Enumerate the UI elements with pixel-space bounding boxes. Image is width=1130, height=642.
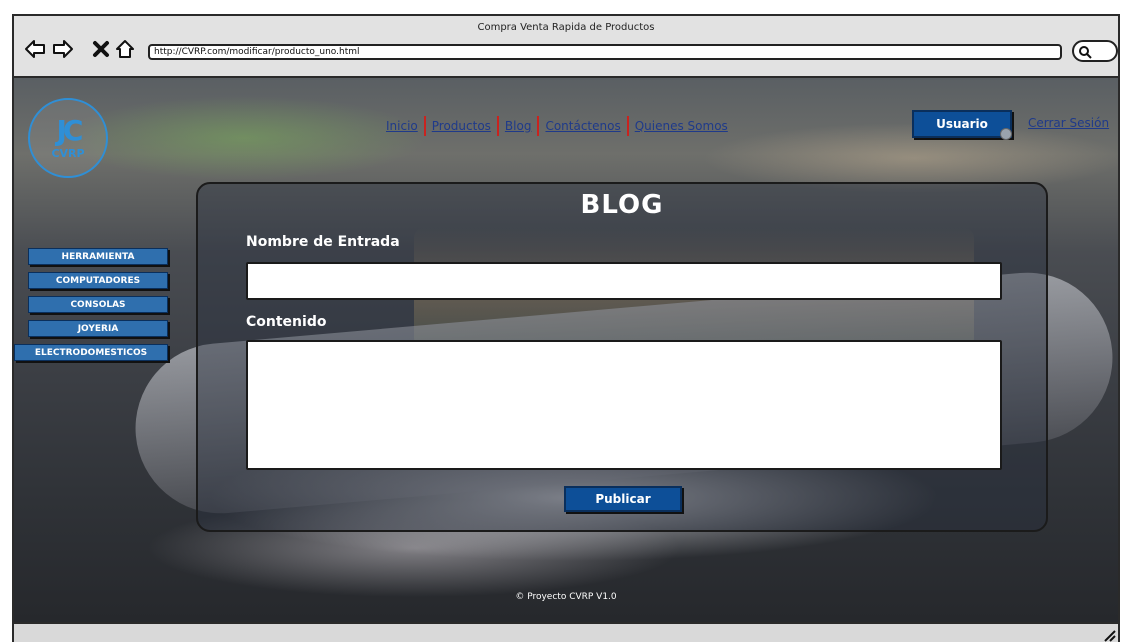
sidebar-item-electrodomesticos[interactable]: ELECTRODOMESTICOS <box>14 344 168 361</box>
browser-window: Compra Venta Rapida de Productos http://… <box>12 14 1120 642</box>
sidebar-item-herramienta[interactable]: HERRAMIENTA <box>28 248 168 265</box>
search-icon <box>1079 46 1092 59</box>
publish-button[interactable]: Publicar <box>564 486 682 512</box>
nav-link-contactenos[interactable]: Contáctenos <box>545 119 620 133</box>
nav-separator <box>496 116 499 136</box>
arrow-right-icon[interactable] <box>52 38 74 60</box>
page-title: BLOG <box>580 190 664 220</box>
page-viewport: JC CVRP Inicio Productos Blog Contácteno… <box>14 78 1118 622</box>
search-box[interactable] <box>1072 40 1118 62</box>
dropdown-icon[interactable] <box>1000 128 1012 140</box>
sidebar-item-consolas[interactable]: CONSOLAS <box>28 296 168 313</box>
sidebar-item-computadores[interactable]: COMPUTADORES <box>28 272 168 289</box>
nav-separator <box>423 116 426 136</box>
user-menu-button[interactable]: Usuario <box>912 110 1012 138</box>
nav-link-inicio[interactable]: Inicio <box>386 119 418 133</box>
arrow-left-icon[interactable] <box>24 38 46 60</box>
resize-grip-icon[interactable] <box>1102 628 1116 642</box>
browser-titlebar: Compra Venta Rapida de Productos http://… <box>14 16 1118 78</box>
top-navigation: Inicio Productos Blog Contáctenos Quiene… <box>386 116 728 136</box>
url-input[interactable]: http://CVRP.com/modificar/producto_uno.h… <box>148 44 1062 60</box>
home-icon[interactable] <box>114 38 136 60</box>
nav-link-quienes-somos[interactable]: Quienes Somos <box>635 119 728 133</box>
entry-name-input[interactable] <box>246 262 1002 300</box>
window-title: Compra Venta Rapida de Productos <box>477 22 655 33</box>
nav-link-productos[interactable]: Productos <box>432 119 491 133</box>
nav-separator <box>537 116 540 136</box>
footer-text: © Proyecto CVRP V1.0 <box>515 592 617 602</box>
content-label: Contenido <box>246 314 327 330</box>
blog-panel: BLOG Nombre de Entrada Contenido Publica… <box>196 182 1048 532</box>
content-textarea[interactable] <box>246 340 1002 470</box>
close-icon[interactable] <box>90 38 112 60</box>
category-sidebar: HERRAMIENTA COMPUTADORES CONSOLAS JOYERI… <box>14 248 168 361</box>
logo-text: CVRP <box>51 146 85 160</box>
logout-link[interactable]: Cerrar Sesión <box>1028 116 1109 130</box>
logo[interactable]: JC CVRP <box>28 98 108 178</box>
status-bar <box>14 622 1118 642</box>
sidebar-item-joyeria[interactable]: JOYERIA <box>28 320 168 337</box>
entry-name-label: Nombre de Entrada <box>246 234 400 250</box>
logo-mark: JC <box>56 113 84 147</box>
nav-link-blog[interactable]: Blog <box>505 119 532 133</box>
nav-separator <box>626 116 629 136</box>
